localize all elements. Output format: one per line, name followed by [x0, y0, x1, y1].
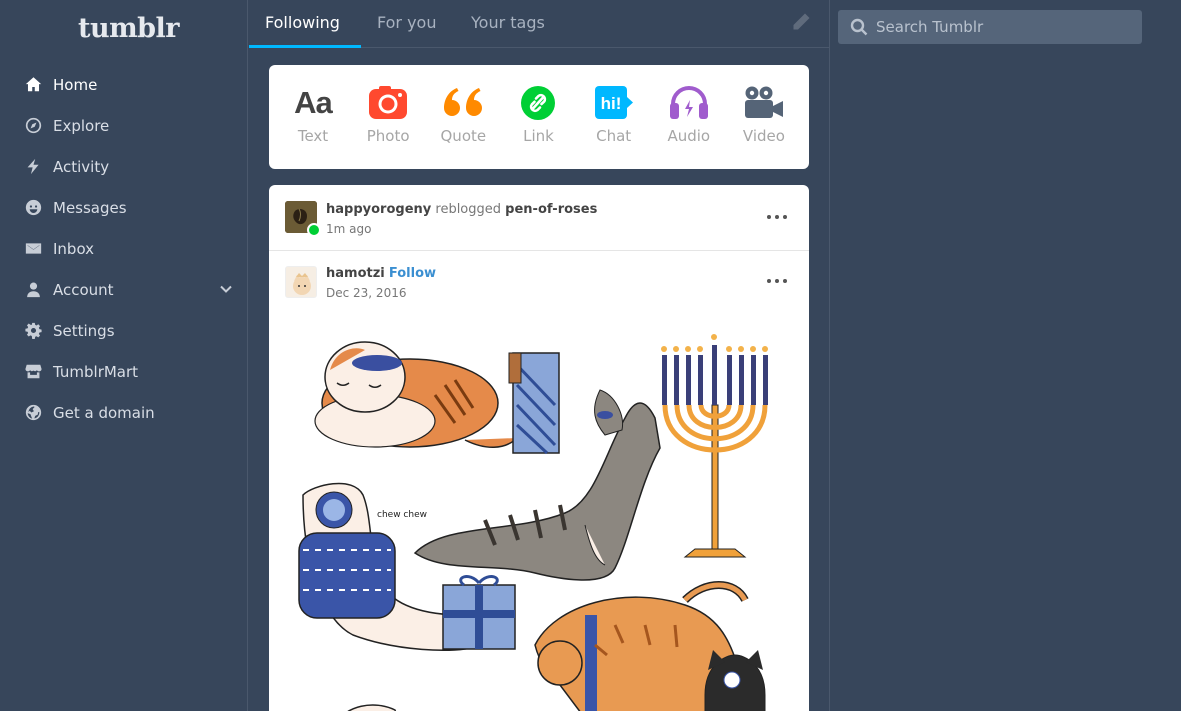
reblog-icon: [307, 223, 321, 237]
sidebar-item-label: Account: [53, 280, 114, 299]
small-gift-illustration: [442, 575, 516, 650]
sidebar-item-settings[interactable]: Settings: [0, 310, 248, 351]
post-type-label: Photo: [366, 127, 410, 145]
camera-icon: [364, 83, 412, 123]
gift-box-illustration: [508, 352, 560, 455]
text-icon: Aa: [294, 85, 333, 120]
post-card: happyorogeny reblogged pen-of-roses 1m a…: [269, 185, 809, 711]
envelope-icon: [24, 240, 42, 258]
post-image[interactable]: chew chew: [285, 325, 793, 711]
sidebar-item-label: Inbox: [53, 239, 95, 258]
person-icon: [24, 281, 42, 299]
menorah-illustration: [661, 334, 768, 558]
tumblr-logo[interactable]: tumblr: [78, 13, 180, 44]
svg-text:hi!: hi!: [600, 94, 621, 113]
post-type-label: Chat: [596, 127, 632, 145]
post-type-label: Text: [297, 127, 329, 145]
lightning-icon: [24, 158, 42, 176]
post-date[interactable]: Dec 23, 2016: [326, 286, 406, 300]
post-type-bar: Aa Text Photo Quote Link hi! Chat Audio: [269, 65, 809, 169]
post-type-label: Audio: [667, 127, 711, 145]
sidebar-item-label: Get a domain: [53, 403, 155, 422]
chevron-down-icon[interactable]: [219, 282, 233, 296]
search-bar[interactable]: [838, 10, 1142, 44]
gear-icon: [24, 322, 42, 340]
post-type-photo[interactable]: Photo: [364, 83, 412, 169]
reblog-header: happyorogeny reblogged pen-of-roses 1m a…: [269, 185, 809, 251]
sidebar-item-label: Home: [53, 75, 98, 94]
globe-icon: [24, 404, 42, 422]
reblog-time[interactable]: 1m ago: [326, 222, 371, 236]
reblog-verb: reblogged: [435, 202, 502, 217]
compass-icon: [24, 117, 42, 135]
sidebar-item-tumblrmart[interactable]: TumblrMart: [0, 351, 248, 392]
sidebar: tumblr Home Explore Activity Messages In…: [0, 0, 248, 711]
post-type-label: Quote: [440, 127, 487, 145]
sidebar-nav: Home Explore Activity Messages Inbox Acc…: [0, 64, 248, 433]
author-name[interactable]: hamotzi: [326, 266, 385, 281]
sidebar-item-inbox[interactable]: Inbox: [0, 228, 248, 269]
more-options-icon[interactable]: [767, 279, 787, 285]
partial-cat-illustration: [347, 704, 397, 711]
sidebar-item-get-a-domain[interactable]: Get a domain: [0, 392, 248, 433]
video-camera-icon: [740, 83, 788, 123]
more-options-icon[interactable]: [767, 215, 787, 221]
sidebar-item-account[interactable]: Account: [0, 269, 248, 310]
sleeping-cat-illustration: [314, 341, 518, 448]
post-type-label: Video: [742, 127, 785, 145]
pencil-icon[interactable]: [791, 12, 811, 32]
sidebar-item-label: Settings: [53, 321, 115, 340]
column-divider: [829, 0, 830, 711]
post-type-text[interactable]: Aa Text: [289, 83, 337, 169]
sidebar-item-explore[interactable]: Explore: [0, 105, 248, 146]
post-type-link[interactable]: Link: [514, 83, 562, 169]
search-input[interactable]: [876, 18, 1126, 36]
sidebar-item-activity[interactable]: Activity: [0, 146, 248, 187]
svg-text:chew chew: chew chew: [377, 510, 427, 520]
post-type-audio[interactable]: Audio: [665, 83, 713, 169]
reblog-line: happyorogeny reblogged pen-of-roses: [326, 202, 597, 217]
quote-icon: [439, 83, 487, 123]
chat-icon: hi!: [590, 83, 638, 123]
tab-your-tags[interactable]: Your tags: [471, 13, 545, 32]
author-avatar[interactable]: [285, 266, 317, 298]
link-icon: [514, 83, 562, 123]
sidebar-item-label: Activity: [53, 157, 110, 176]
smiley-icon: [24, 199, 42, 217]
post-type-video[interactable]: Video: [740, 83, 788, 169]
sidebar-item-label: Explore: [53, 116, 110, 135]
follow-button[interactable]: Follow: [389, 266, 436, 281]
storefront-icon: [24, 363, 42, 381]
post-type-label: Link: [523, 127, 554, 145]
source-name[interactable]: pen-of-roses: [505, 202, 597, 217]
sidebar-item-home[interactable]: Home: [0, 64, 248, 105]
post-type-quote[interactable]: Quote: [439, 83, 487, 169]
reblogger-name[interactable]: happyorogeny: [326, 202, 431, 217]
sidebar-item-label: TumblrMart: [53, 362, 139, 381]
tab-for-you[interactable]: For you: [377, 13, 436, 32]
search-icon: [850, 18, 868, 36]
author-line: hamotzi Follow: [326, 266, 436, 281]
sidebar-item-messages[interactable]: Messages: [0, 187, 248, 228]
black-cat-illustration: [704, 650, 766, 711]
sidebar-item-label: Messages: [53, 198, 127, 217]
home-icon: [24, 76, 42, 94]
feed-tabs: Following For you Your tags: [249, 0, 829, 48]
post-type-chat[interactable]: hi! Chat: [590, 83, 638, 169]
active-tab-indicator: [249, 45, 361, 48]
tab-following[interactable]: Following: [265, 13, 340, 32]
headphones-icon: [665, 83, 713, 123]
